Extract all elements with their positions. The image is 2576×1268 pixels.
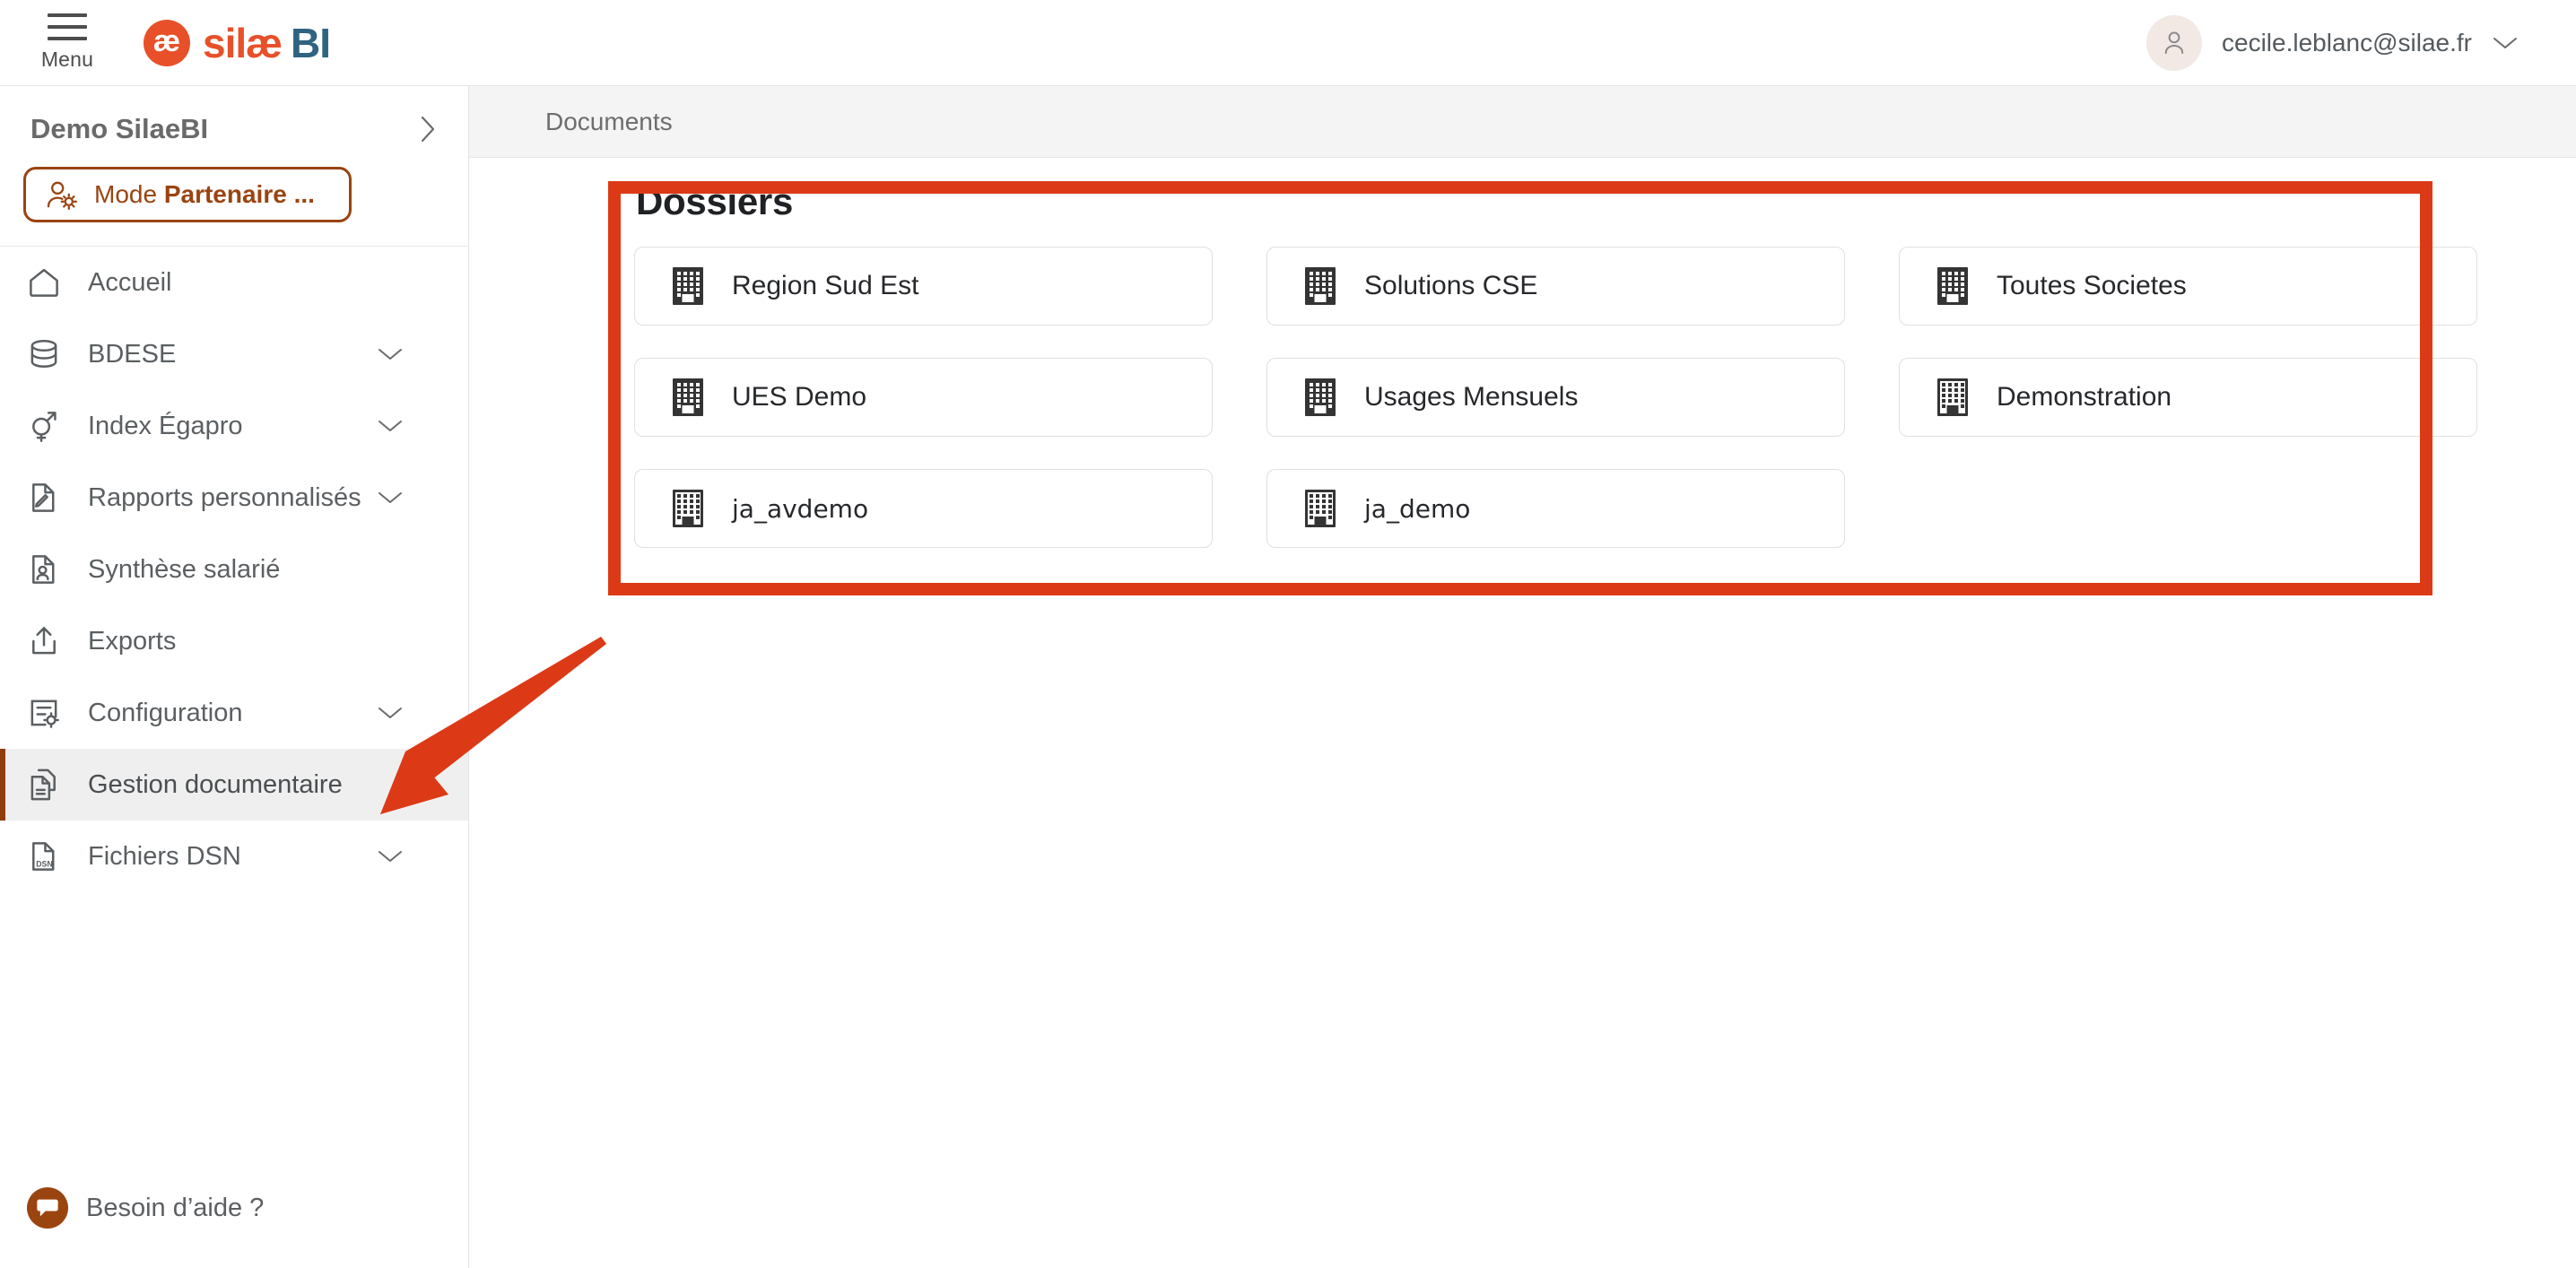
hamburger-icon [48,13,87,40]
building-icon [673,490,703,527]
folder-label: Usages Mensuels [1364,382,1579,412]
home-icon [27,265,77,300]
breadcrumb: Documents [469,86,2576,158]
person-icon [2164,30,2184,54]
building-icon [673,378,703,416]
sidebar-item-label: Index Égapro [88,411,243,440]
folder-label: Toutes Societes [1997,271,2187,300]
chevron-down-icon[interactable] [2492,35,2519,51]
gender-icon [27,409,77,443]
chevron-down-icon[interactable] [377,848,404,864]
folder-label: Solutions CSE [1364,271,1538,300]
dossiers-panel: Dossiers Region Sud Est Solutions CSE To… [609,180,2477,548]
sidebar-item-exports[interactable]: Exports [0,605,468,677]
folder-label: UES Demo [732,382,867,412]
folder-label: Demonstration [1997,382,2172,412]
folder-card-region-sud-est[interactable]: Region Sud Est [634,247,1213,326]
documents-icon [27,768,77,802]
sidebar-item-fichiers-dsn[interactable]: DSN Fichiers DSN [0,821,468,892]
chevron-down-icon[interactable] [377,705,404,721]
sidebar-item-label: Synthèse salarié [88,554,281,584]
chat-bubble-icon [27,1187,68,1229]
user-gear-icon [47,181,77,210]
sidebar-item-accueil[interactable]: Accueil [0,247,468,318]
user-email-label: cecile.leblanc@silae.fr [2222,28,2472,56]
chevron-down-icon[interactable] [377,346,404,362]
folder-card-ues-demo[interactable]: UES Demo [634,358,1213,437]
brand-suffix: BI [291,19,331,66]
folder-label: ja_demo [1364,493,1471,524]
sidebar-item-configuration[interactable]: Configuration [0,677,468,749]
brand-logo[interactable]: æ silæ BI [144,19,331,67]
main-content: Dossiers Region Sud Est Solutions CSE To… [470,158,2576,1268]
workspace-selector[interactable]: Demo SilaeBI [0,86,468,151]
folder-card-solutions-cse[interactable]: Solutions CSE [1266,247,1845,326]
chevron-down-icon[interactable] [377,418,404,434]
building-icon [673,267,703,305]
user-menu[interactable]: cecile.leblanc@silae.fr [2146,14,2519,71]
chevron-right-icon [421,116,435,143]
settings-list-icon [27,696,77,730]
page-title: Dossiers [636,180,794,222]
folder-card-usages-mensuels[interactable]: Usages Mensuels [1266,358,1845,437]
export-icon [27,624,77,658]
dsn-file-icon: DSN [27,839,77,873]
silae-mark-icon: æ [144,19,190,66]
building-icon [1305,378,1336,416]
folder-card-demonstration[interactable]: Demonstration [1899,358,2477,437]
sidebar-item-label: Configuration [88,698,243,727]
building-icon [1305,490,1336,527]
sidebar-item-synthese-salarie[interactable]: Synthèse salarié [0,534,468,605]
sidebar-item-gestion-documentaire[interactable]: Gestion documentaire [0,749,468,821]
sidebar-item-bdese[interactable]: BDESE [0,318,468,390]
sidebar-item-label: Fichiers DSN [88,841,241,871]
avatar [2146,14,2202,71]
sidebar-item-label: Rapports personnalisés [88,482,361,512]
folder-label: ja_avdemo [732,493,869,524]
brand-wordmark: silæ BI [203,19,331,67]
help-button[interactable]: Besoin d’aide ? [27,1187,264,1229]
sidebar-item-label: Gestion documentaire [88,769,343,799]
sidebar: Demo SilaeBI Mode Partenaire ... Accueil [0,86,469,1268]
building-icon [1937,267,1968,305]
folder-card-toutes-societes[interactable]: Toutes Societes [1899,247,2477,326]
building-icon [1305,267,1336,305]
folder-card-ja-demo[interactable]: ja_demo [1266,469,1845,548]
document-person-icon [27,552,77,586]
document-pencil-icon [27,481,77,515]
partner-mode-button[interactable]: Mode Partenaire ... [23,167,352,222]
folder-card-ja-avdemo[interactable]: ja_avdemo [634,469,1213,548]
workspace-name: Demo SilaeBI [30,113,209,144]
sidebar-item-index-egapro[interactable]: Index Égapro [0,390,468,462]
building-icon [1937,378,1968,416]
folder-label: Region Sud Est [732,271,919,300]
folder-grid: Region Sud Est Solutions CSE Toutes Soci… [634,247,2477,580]
brand-name: silæ [203,19,283,66]
database-icon [27,337,77,371]
menu-button[interactable]: Menu [0,13,135,72]
folder-grid-empty-slot [1899,469,2477,548]
sidebar-item-label: Exports [88,626,177,656]
sidebar-item-label: BDESE [88,339,177,369]
menu-button-label: Menu [40,48,94,71]
svg-text:DSN: DSN [36,860,52,869]
top-bar: Menu æ silæ BI cecile.leblanc@silae.fr [0,0,2576,86]
sidebar-item-rapports-personnalises[interactable]: Rapports personnalisés [0,462,468,534]
sidebar-item-label: Accueil [88,267,172,297]
breadcrumb-item-documents[interactable]: Documents [545,108,673,136]
chevron-down-icon[interactable] [377,490,404,506]
help-label: Besoin d’aide ? [86,1193,265,1222]
partner-mode-label: Mode Partenaire ... [94,180,315,208]
